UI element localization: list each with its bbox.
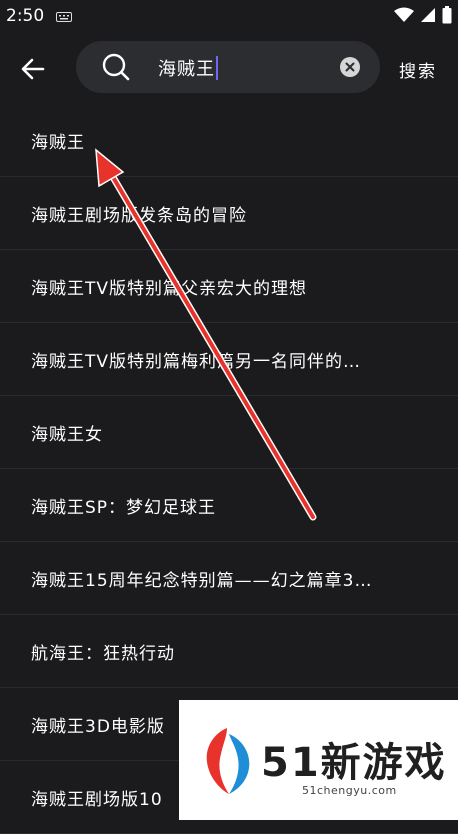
search-box[interactable]: 海贼王 — [76, 41, 380, 93]
list-item[interactable]: 海贼王15周年纪念特别篇——幻之篇章3… — [0, 542, 458, 615]
list-item[interactable]: 海贼王女 — [0, 396, 458, 469]
list-item[interactable]: 海贼王TV版特别篇梅利篇另一名同伴的… — [0, 323, 458, 396]
list-item[interactable]: 航海王：狂热行动 — [0, 615, 458, 688]
list-item[interactable]: 海贼王 — [0, 104, 458, 177]
list-item-label: 海贼王TV版特别篇梅利篇另一名同伴的… — [31, 352, 362, 372]
search-input[interactable]: 海贼王 — [158, 55, 218, 81]
list-item-label: 海贼王3D电影版 — [31, 717, 165, 737]
search-query-text: 海贼王 — [158, 59, 215, 80]
list-item-label: 海贼王15周年纪念特别篇——幻之篇章3… — [31, 571, 373, 591]
list-item-label: 海贼王剧场版发条岛的冒险 — [31, 206, 247, 226]
close-icon — [345, 62, 355, 72]
signal-icon — [421, 8, 435, 22]
list-item-label: 海贼王TV版特别篇父亲宏大的理想 — [31, 279, 308, 299]
list-item-label: 海贼王SP：梦幻足球王 — [31, 498, 217, 518]
watermark-logo: 51新游戏 51chengyu.com — [179, 700, 458, 820]
watermark-title: 51新游戏 — [261, 740, 447, 786]
status-time: 2:50 — [6, 6, 45, 26]
list-item-label: 海贼王 — [31, 133, 85, 153]
battery-icon — [442, 6, 452, 24]
list-item[interactable]: 海贼王SP：梦幻足球王 — [0, 469, 458, 542]
list-item[interactable]: 海贼王TV版特别篇父亲宏大的理想 — [0, 250, 458, 323]
status-icons — [394, 6, 452, 24]
list-item-label: 海贼王女 — [31, 425, 103, 445]
logo-icon — [206, 728, 250, 794]
wifi-icon — [394, 7, 414, 22]
back-arrow-icon[interactable] — [18, 54, 48, 84]
text-caret — [216, 56, 218, 80]
search-button[interactable]: 搜索 — [399, 57, 437, 82]
list-item-label: 航海王：狂热行动 — [31, 644, 175, 664]
list-item-label: 海贼王剧场版10 — [31, 790, 163, 810]
list-item[interactable]: 海贼王剧场版发条岛的冒险 — [0, 177, 458, 250]
status-bar: 2:50 — [0, 0, 458, 32]
keyboard-icon — [56, 12, 72, 22]
search-header: 海贼王 搜索 — [0, 40, 458, 96]
watermark-url: 51chengyu.com — [302, 784, 397, 797]
search-icon — [102, 53, 130, 81]
clear-button[interactable] — [340, 57, 360, 77]
